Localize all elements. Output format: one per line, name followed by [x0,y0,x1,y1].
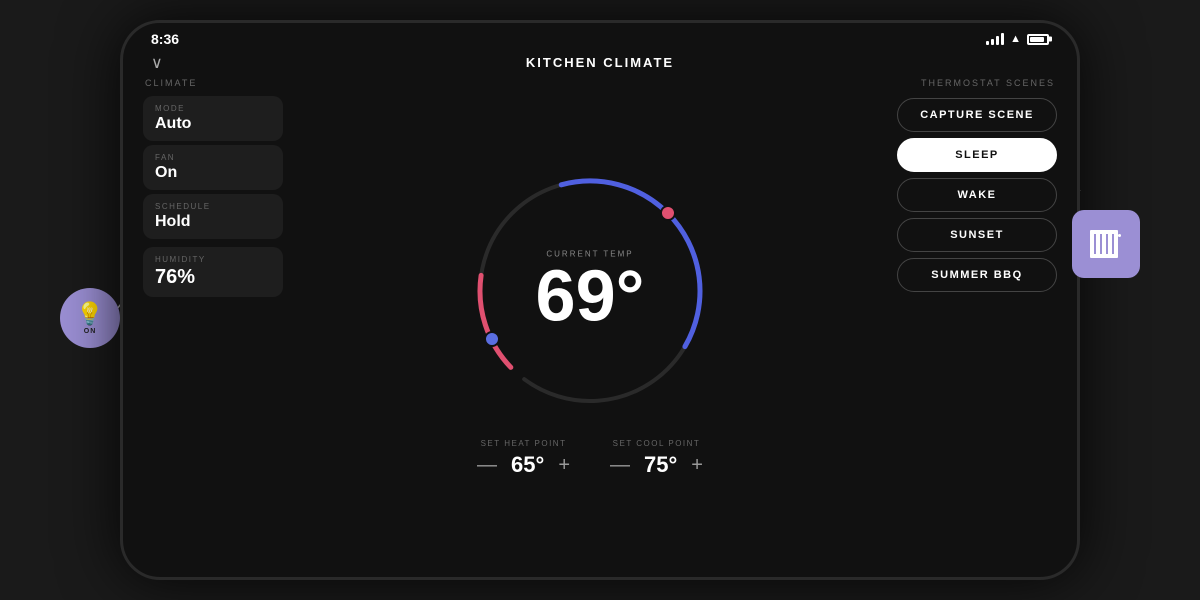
climate-label: CLIMATE [143,78,283,88]
scenes-panel: THERMOSTAT SCENES CAPTURE SCENE SLEEP WA… [897,78,1057,561]
mode-label: MODE [155,104,271,113]
tablet: 8:36 ▲ ∨ KITCHEN CLIMATE CLIMATE MODE Au… [120,20,1080,580]
thermostat-panel: CURRENT TEMP 69° SET HEAT POINT — 65° + … [293,78,887,561]
cool-setpoint: SET COOL POINT — 75° + [610,439,703,478]
sleep-scene-button[interactable]: SLEEP [897,138,1057,172]
cool-decrease-button[interactable]: — [610,455,630,475]
mode-value: Auto [155,115,271,133]
signal-icon [986,33,1004,45]
wifi-icon: ▲ [1010,33,1021,45]
fan-value: On [155,164,271,182]
cool-label: SET COOL POINT [613,439,701,448]
fan-label: FAN [155,153,271,162]
left-device-bubble[interactable]: 💡 ON [60,288,120,348]
summer-bbq-scene-button[interactable]: SUMMER BBQ [897,258,1057,292]
time-display: 8:36 [151,31,179,47]
chevron-down-icon[interactable]: ∨ [151,53,163,73]
sunset-scene-button[interactable]: SUNSET [897,218,1057,252]
battery-icon [1027,34,1049,45]
heat-increase-button[interactable]: + [558,455,570,475]
wake-scene-button[interactable]: WAKE [897,178,1057,212]
device-on-label: ON [84,328,97,335]
dial-container: CURRENT TEMP 69° [460,161,720,421]
humidity-label: HUMIDITY [155,255,271,264]
schedule-value: Hold [155,213,271,231]
cool-increase-button[interactable]: + [691,455,703,475]
schedule-label: SCHEDULE [155,202,271,211]
scenes-label: THERMOSTAT SCENES [897,78,1057,88]
current-temp-value: 69° [536,257,645,337]
heat-decrease-button[interactable]: — [477,455,497,475]
heat-value: 65° [511,452,544,478]
fan-card[interactable]: FAN On [143,145,283,190]
cool-value: 75° [644,452,677,478]
mode-card[interactable]: MODE Auto [143,96,283,141]
setpoints-row: SET HEAT POINT — 65° + SET COOL POINT — … [477,439,703,478]
temp-display: CURRENT TEMP 69° [536,250,645,333]
capture-scene-button[interactable]: CAPTURE SCENE [897,98,1057,132]
schedule-card[interactable]: SCHEDULE Hold [143,194,283,239]
humidity-card: HUMIDITY 76% [143,247,283,297]
heat-label: SET HEAT POINT [481,439,567,448]
bulb-icon: 💡 [76,301,103,327]
top-nav: ∨ KITCHEN CLIMATE [123,51,1077,78]
page-title: KITCHEN CLIMATE [526,55,674,70]
climate-panel: CLIMATE MODE Auto FAN On SCHEDULE Hold H… [143,78,283,561]
status-bar: 8:36 ▲ [123,23,1077,51]
right-device-bubble[interactable] [1072,210,1140,278]
heat-setpoint: SET HEAT POINT — 65° + [477,439,570,478]
radiator-icon [1088,226,1124,262]
humidity-value: 76% [155,266,271,289]
